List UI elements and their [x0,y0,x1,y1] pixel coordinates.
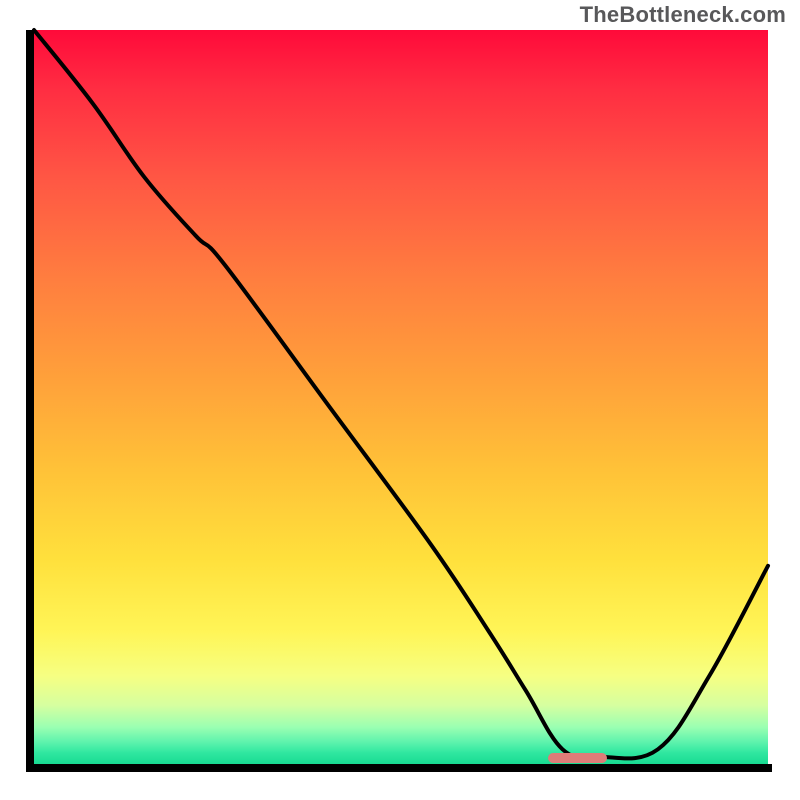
bottleneck-curve [34,30,768,758]
y-axis [26,30,34,768]
watermark-text: TheBottleneck.com [580,2,786,28]
chart-wrapper: TheBottleneck.com [0,0,800,800]
curve-layer [34,30,768,764]
plot-area [34,30,768,764]
optimal-range-marker [548,753,607,763]
x-axis [26,764,772,772]
